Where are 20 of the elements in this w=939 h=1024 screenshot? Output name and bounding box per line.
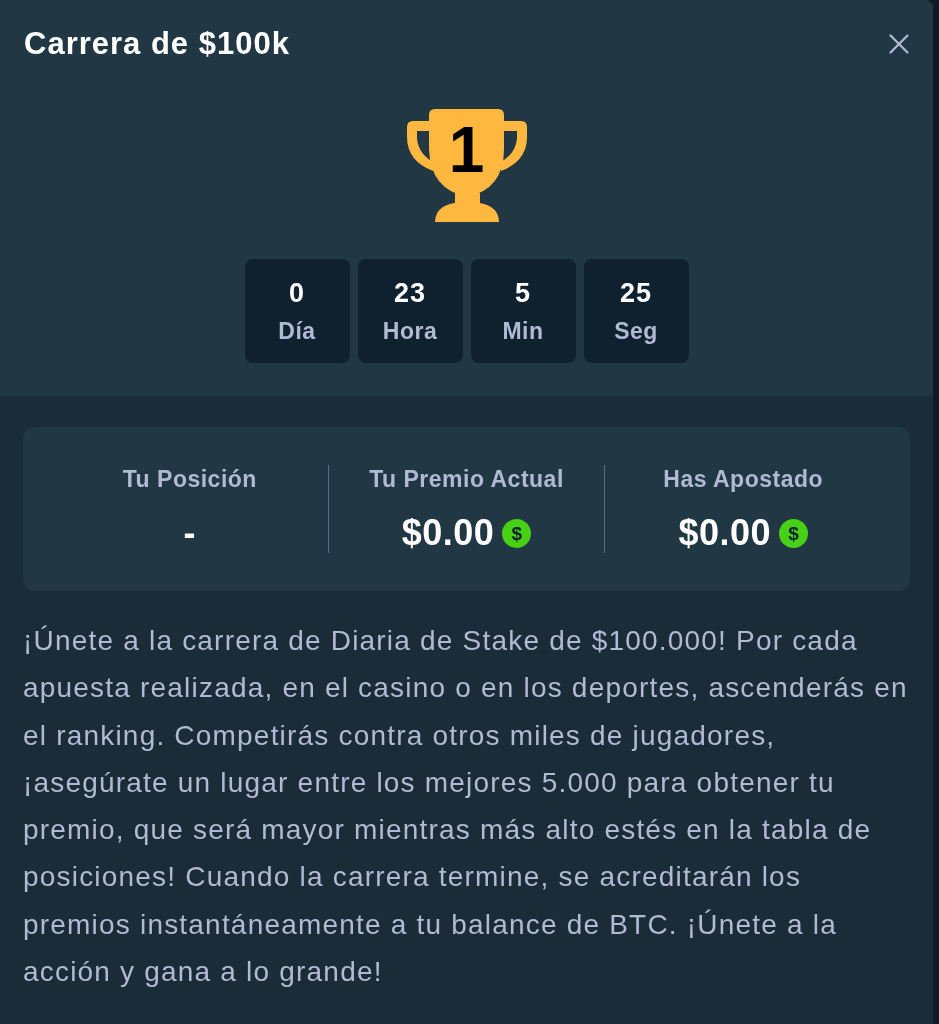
countdown-unit: Hora (382, 317, 438, 345)
rank-number: 1 (447, 113, 486, 188)
dialog-title: Carrera de $100k (24, 26, 290, 62)
countdown-unit: Día (278, 317, 316, 345)
description-text: ¡Únete a la carrera de Diaria de Stake de $100.000! Por cada apuesta realizada, en el casino o en los deportes, ascenderás en el ranking. Competirás contra otros miles de jugadores, ¡asegúrate un lugar entre los mejores 5.000 para obtener tu premio, que será mayor mientras más alto estés en la tabla de posiciones! Cuando la carrera termine, se acreditarán los premios instantáneamente a tu balance de BTC. ¡Únete a la acción y gana a lo grande! (23, 624, 909, 990)
countdown-value: 25 (619, 277, 652, 309)
currency-badge: $ (778, 518, 808, 548)
trophy-icon (406, 108, 527, 224)
stat-value: $0.00 (401, 513, 495, 553)
stat-value: $0.00 (678, 513, 771, 553)
stat-label: Has Apostado (663, 465, 824, 493)
countdown-value: 23 (393, 277, 426, 309)
countdown-value: 5 (515, 277, 531, 309)
stat-label: Tu Premio Actual (369, 465, 564, 493)
countdown-unit: Seg (614, 317, 658, 345)
currency-badge: $ (502, 518, 532, 548)
countdown-value: 0 (289, 277, 305, 309)
countdown-unit: Min (502, 317, 544, 345)
stat-value: - (183, 513, 197, 553)
stat-label: Tu Posición (122, 465, 257, 493)
